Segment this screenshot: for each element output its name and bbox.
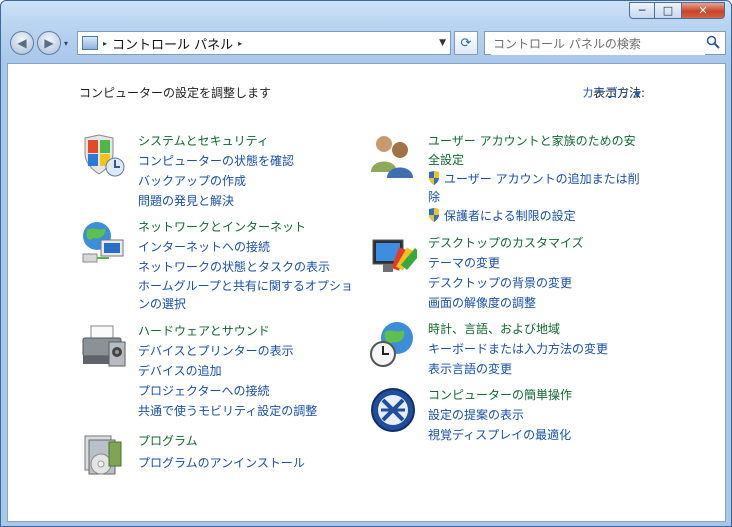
link-connect-projector[interactable]: プロジェクターへの接続 (138, 381, 317, 401)
link-add-remove-accounts[interactable]: ユーザー アカウントの追加または削除 (428, 170, 648, 206)
control-panel-window: ─ □ ✕ ◀ ▶ ▾ ▸ コントロール パネル ▸ ▼ ⟳ コンピューターの設… (0, 0, 732, 527)
content-pane: コンピューターの設定を調整します 表示方法: カテゴリ ▼ システムとセキュリティ… (7, 63, 726, 522)
link-add-device[interactable]: デバイスの追加 (138, 361, 317, 381)
uac-shield-icon (429, 171, 439, 185)
desktop-icon (372, 239, 417, 272)
minimize-button[interactable]: ─ (629, 2, 655, 19)
control-panel-icon (82, 36, 98, 50)
clock-globe-icon (370, 322, 413, 367)
users-icon (371, 136, 413, 178)
category-title[interactable]: デスクトップのカスタマイズ (428, 234, 584, 253)
programs-icon (84, 435, 122, 475)
address-dropdown-icon[interactable]: ▼ (439, 38, 446, 48)
link-label[interactable]: ユーザー アカウントの追加または削除 (428, 172, 640, 204)
ease-of-access-icon (371, 388, 415, 432)
page-title: コンピューターの設定を調整します (79, 86, 272, 100)
link-troubleshoot[interactable]: 問題の発見と解決 (138, 191, 294, 211)
forward-button[interactable]: ▶ (37, 31, 61, 55)
search-box[interactable] (484, 31, 726, 55)
view-by-dropdown[interactable]: カテゴリ ▼ (582, 84, 641, 101)
category-title[interactable]: 時計、言語、および地域 (428, 320, 608, 339)
recent-pages-dropdown[interactable]: ▾ (64, 39, 68, 48)
address-bar[interactable]: ▸ コントロール パネル ▸ ▼ (77, 31, 451, 55)
link-mobility-settings[interactable]: 共通で使うモビリティ設定の調整 (138, 401, 317, 421)
refresh-icon: ⟳ (460, 35, 472, 51)
back-arrow-icon: ◀ (17, 36, 27, 50)
shield-flag-icon (84, 134, 125, 177)
refresh-button[interactable]: ⟳ (454, 31, 478, 55)
link-parental-controls[interactable]: 保護者による制限の設定 (428, 206, 648, 226)
link-check-status[interactable]: コンピューターの状態を確認 (138, 151, 294, 171)
link-screen-resolution[interactable]: 画面の解像度の調整 (428, 293, 584, 313)
close-button[interactable]: ✕ (681, 2, 725, 19)
breadcrumb-separator[interactable]: ▸ (103, 39, 107, 48)
printer-icon (82, 325, 126, 367)
maximize-button[interactable]: □ (655, 2, 681, 19)
breadcrumb-separator[interactable]: ▸ (238, 39, 242, 48)
link-connect-internet[interactable]: インターネットへの接続 (138, 237, 358, 257)
link-suggested-settings[interactable]: 設定の提案の表示 (428, 405, 572, 425)
forward-arrow-icon: ▶ (44, 36, 54, 50)
link-uninstall-program[interactable]: プログラムのアンインストール (138, 453, 305, 473)
breadcrumb-control-panel[interactable]: コントロール パネル (112, 34, 233, 53)
category-title[interactable]: ユーザー アカウントと家族のための安全設定 (428, 132, 644, 170)
category-title[interactable]: ハードウェアとサウンド (138, 322, 317, 341)
back-button[interactable]: ◀ (10, 31, 34, 55)
network-globe-icon (82, 222, 124, 263)
link-optimize-display[interactable]: 視覚ディスプレイの最適化 (428, 425, 572, 445)
window-controls: ─ □ ✕ (629, 2, 725, 19)
category-title[interactable]: プログラム (138, 432, 305, 451)
category-title[interactable]: システムとセキュリティ (138, 132, 294, 151)
link-change-theme[interactable]: テーマの変更 (428, 253, 584, 273)
link-label[interactable]: 保護者による制限の設定 (444, 209, 576, 223)
link-change-background[interactable]: デスクトップの背景の変更 (428, 273, 584, 293)
search-icon[interactable] (706, 35, 720, 49)
link-devices-printers[interactable]: デバイスとプリンターの表示 (138, 341, 317, 361)
link-network-status[interactable]: ネットワークの状態とタスクの表示 (138, 257, 358, 277)
link-display-language[interactable]: 表示言語の変更 (428, 359, 608, 379)
link-backup[interactable]: バックアップの作成 (138, 171, 294, 191)
view-by-value[interactable]: カテゴリ (582, 86, 630, 100)
link-keyboard-input[interactable]: キーボードまたは入力方法の変更 (428, 339, 608, 359)
search-input[interactable] (491, 33, 705, 55)
category-title[interactable]: コンピューターの簡単操作 (428, 386, 572, 405)
link-homegroup-options[interactable]: ホームグループと共有に関するオプションの選択 (138, 277, 358, 313)
dropdown-arrow-icon[interactable]: ▼ (634, 90, 641, 100)
uac-shield-icon (429, 208, 439, 222)
category-title[interactable]: ネットワークとインターネット (138, 218, 358, 237)
